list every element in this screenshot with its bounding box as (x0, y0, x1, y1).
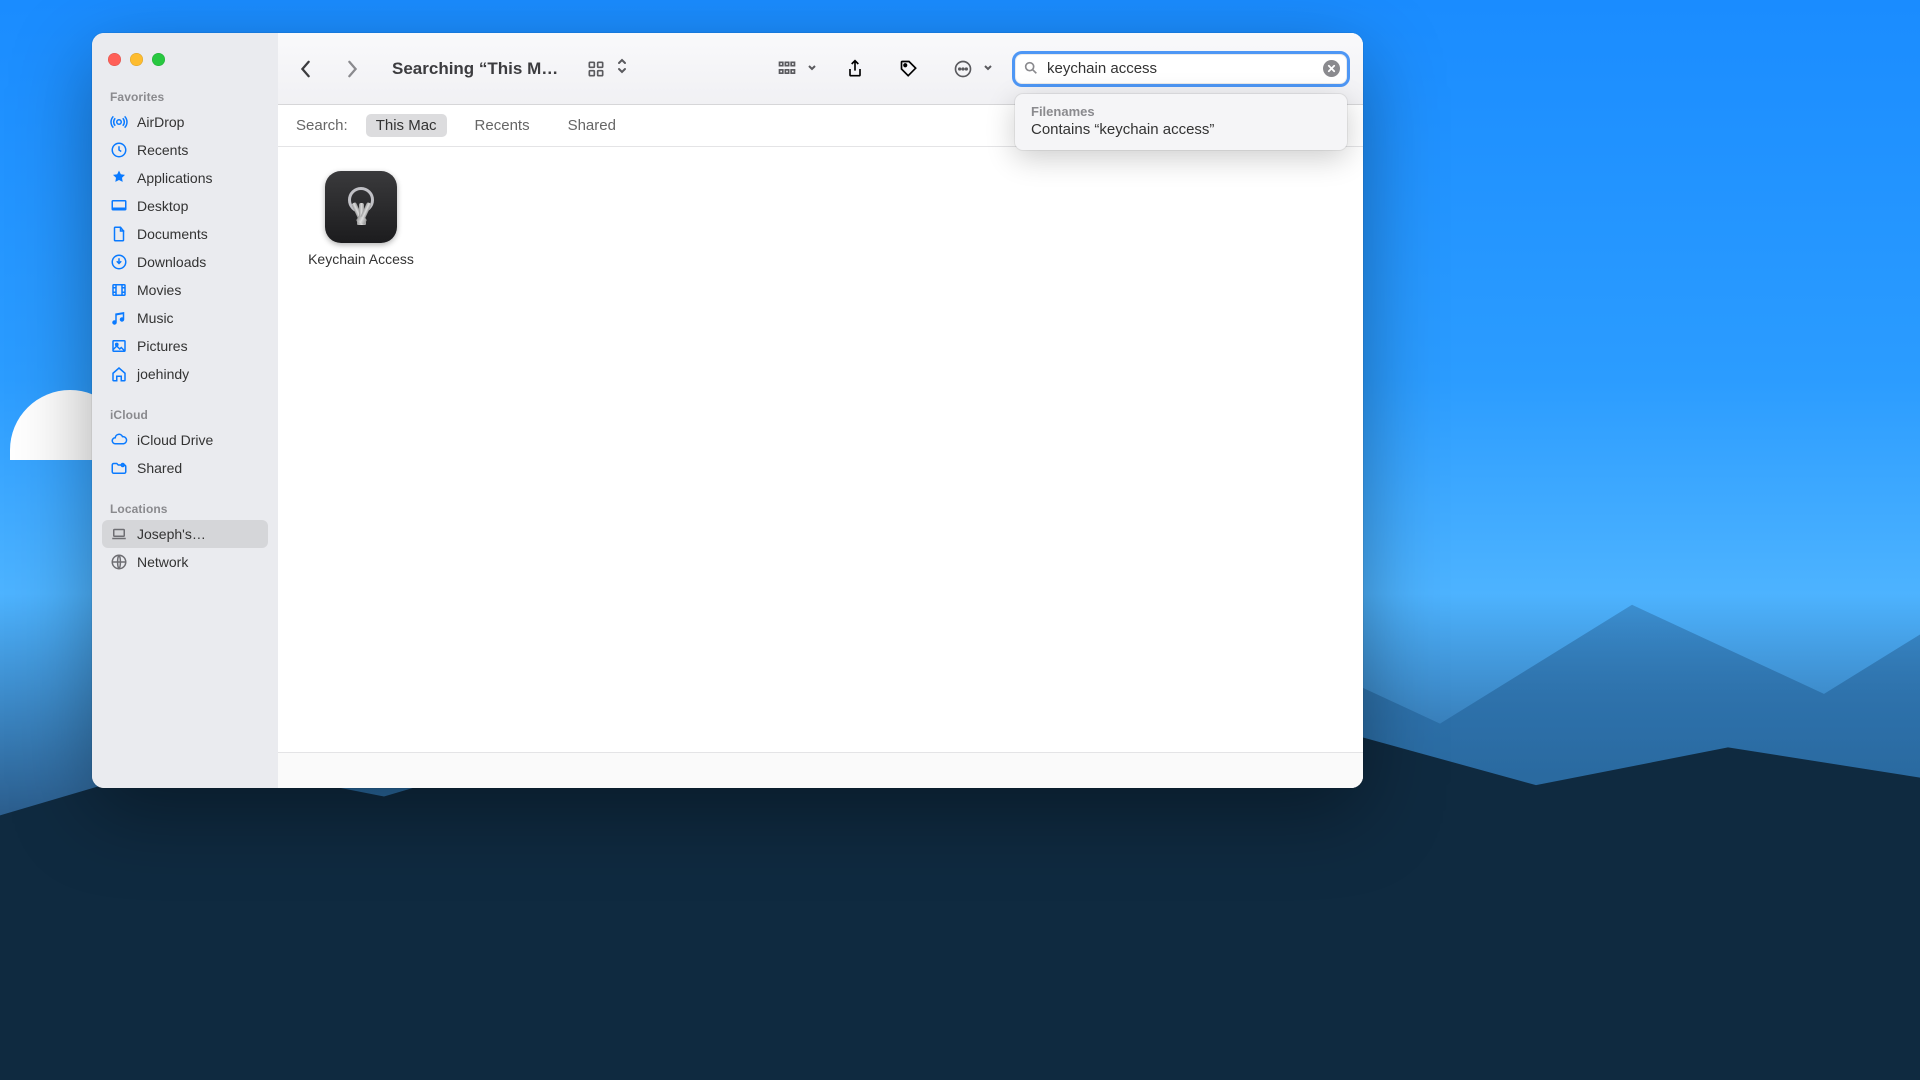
back-button[interactable] (294, 53, 318, 85)
scope-shared[interactable]: Shared (558, 114, 626, 137)
laptop-icon (110, 525, 128, 543)
tags-button[interactable] (893, 55, 925, 83)
sidebar-item-icloud-drive[interactable]: iCloud Drive (102, 426, 268, 454)
sidebar-header-favorites: Favorites (102, 84, 268, 108)
dropdown-header: Filenames (1031, 104, 1331, 119)
sidebar-item-this-mac[interactable]: Joseph's… (102, 520, 268, 548)
search-input[interactable] (1015, 54, 1347, 84)
sidebar-item-label: Movies (137, 282, 181, 298)
clear-search-button[interactable] (1323, 60, 1340, 77)
sidebar-item-airdrop[interactable]: AirDrop (102, 108, 268, 136)
sidebar-item-label: Joseph's… (137, 526, 206, 542)
sidebar-item-label: Recents (137, 142, 188, 158)
sidebar-item-recents[interactable]: Recents (102, 136, 268, 164)
sidebar-item-shared[interactable]: Shared (102, 454, 268, 482)
pictures-icon (110, 337, 128, 355)
more-actions-button[interactable] (947, 55, 993, 83)
close-button[interactable] (108, 53, 121, 66)
airdrop-icon (110, 113, 128, 131)
traffic-lights (102, 51, 268, 84)
search-field-wrapper: Filenames Contains “keychain access” (1015, 54, 1347, 84)
grid-group-icon (771, 55, 803, 83)
chevron-up-down-icon (616, 57, 628, 80)
sidebar-item-desktop[interactable]: Desktop (102, 192, 268, 220)
scope-label: Search: (296, 117, 348, 134)
window-title: Searching “This M… (392, 59, 558, 79)
sidebar-item-pictures[interactable]: Pictures (102, 332, 268, 360)
main-pane: Searching “This M… (278, 33, 1363, 788)
sidebar-item-label: iCloud Drive (137, 432, 213, 448)
desktop-wallpaper: Favorites AirDrop Recents Applications D… (0, 0, 1920, 1080)
sidebar-item-applications[interactable]: Applications (102, 164, 268, 192)
sidebar-item-label: Pictures (137, 338, 188, 354)
sidebar-item-label: Network (137, 554, 188, 570)
desktop-icon (110, 197, 128, 215)
more-icon (947, 55, 979, 83)
status-bar (278, 752, 1363, 788)
sidebar-item-label: Downloads (137, 254, 206, 270)
sidebar-item-label: Desktop (137, 198, 188, 214)
search-icon (1023, 60, 1039, 81)
search-suggestions-dropdown: Filenames Contains “keychain access” (1015, 94, 1347, 150)
sidebar-item-music[interactable]: Music (102, 304, 268, 332)
sidebar-item-documents[interactable]: Documents (102, 220, 268, 248)
minimize-button[interactable] (130, 53, 143, 66)
sidebar-header-locations: Locations (102, 496, 268, 520)
icon-view-icon (580, 55, 612, 83)
file-label: Keychain Access (308, 251, 414, 267)
finder-window: Favorites AirDrop Recents Applications D… (92, 33, 1363, 788)
downloads-icon (110, 253, 128, 271)
clock-icon (110, 141, 128, 159)
movies-icon (110, 281, 128, 299)
sidebar-header-icloud: iCloud (102, 402, 268, 426)
file-item-keychain-access[interactable]: Keychain Access (296, 171, 426, 267)
view-switcher[interactable] (580, 55, 628, 83)
sidebar-item-label: AirDrop (137, 114, 184, 130)
keychain-access-app-icon (325, 171, 397, 243)
sidebar-item-label: joehindy (137, 366, 189, 382)
dropdown-suggestion[interactable]: Contains “keychain access” (1031, 121, 1331, 138)
cloud-icon (110, 431, 128, 449)
sidebar-item-label: Documents (137, 226, 208, 242)
forward-button[interactable] (340, 53, 364, 85)
scope-recents[interactable]: Recents (465, 114, 540, 137)
music-icon (110, 309, 128, 327)
sidebar-item-label: Music (137, 310, 174, 326)
sidebar-item-network[interactable]: Network (102, 548, 268, 576)
shared-folder-icon (110, 459, 128, 477)
home-icon (110, 365, 128, 383)
network-icon (110, 553, 128, 571)
share-button[interactable] (839, 55, 871, 83)
chevron-down-icon (807, 60, 817, 78)
sidebar-item-downloads[interactable]: Downloads (102, 248, 268, 276)
chevron-down-icon (983, 60, 993, 78)
sidebar: Favorites AirDrop Recents Applications D… (92, 33, 278, 788)
toolbar: Searching “This M… (278, 33, 1363, 105)
group-by-button[interactable] (771, 55, 817, 83)
zoom-button[interactable] (152, 53, 165, 66)
sidebar-item-label: Shared (137, 460, 182, 476)
sidebar-item-label: Applications (137, 170, 213, 186)
applications-icon (110, 169, 128, 187)
results-area: Keychain Access (278, 147, 1363, 752)
sidebar-item-home[interactable]: joehindy (102, 360, 268, 388)
document-icon (110, 225, 128, 243)
scope-this-mac[interactable]: This Mac (366, 114, 447, 137)
sidebar-item-movies[interactable]: Movies (102, 276, 268, 304)
